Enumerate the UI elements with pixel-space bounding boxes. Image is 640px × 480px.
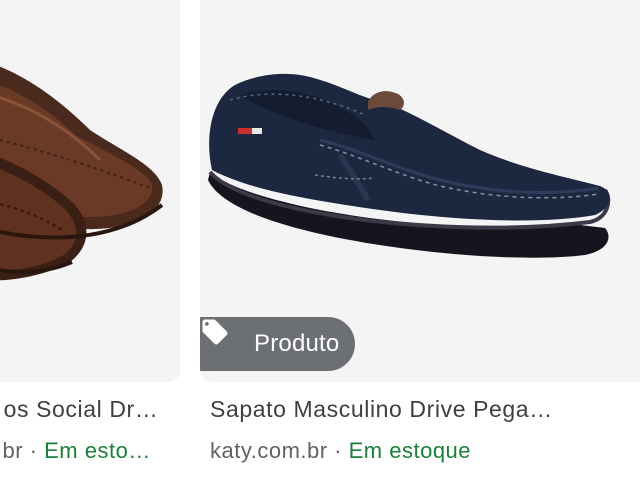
- product-image-left[interactable]: [0, 0, 180, 382]
- product-title[interactable]: Sapato Masculino Drive Pega…: [210, 396, 630, 423]
- tag-icon: [202, 319, 244, 359]
- product-title[interactable]: …os Social Dr…: [0, 396, 168, 423]
- brown-loafer-shoes-image: [0, 66, 164, 281]
- meta-separator: ·: [23, 438, 45, 463]
- badge-label: Produto: [254, 330, 340, 357]
- product-card-left[interactable]: …os Social Dr… …br · Em esto…: [0, 0, 180, 463]
- shopping-results-grid: …os Social Dr… …br · Em esto…: [0, 0, 640, 480]
- product-image-right[interactable]: Produto: [200, 0, 640, 382]
- product-meta: katy.com.br · Em estoque: [210, 438, 630, 464]
- product-card-right[interactable]: Produto Sapato Masculino Drive Pega… kat…: [200, 0, 640, 463]
- merchant-name: …br: [0, 438, 24, 463]
- product-badge: Produto: [200, 317, 356, 371]
- product-meta: …br · Em esto…: [0, 438, 160, 464]
- merchant-name: katy.com.br: [210, 438, 328, 463]
- availability-status: Em estoque: [348, 438, 472, 463]
- meta-separator: ·: [327, 438, 349, 463]
- availability-status: Em esto…: [44, 438, 151, 463]
